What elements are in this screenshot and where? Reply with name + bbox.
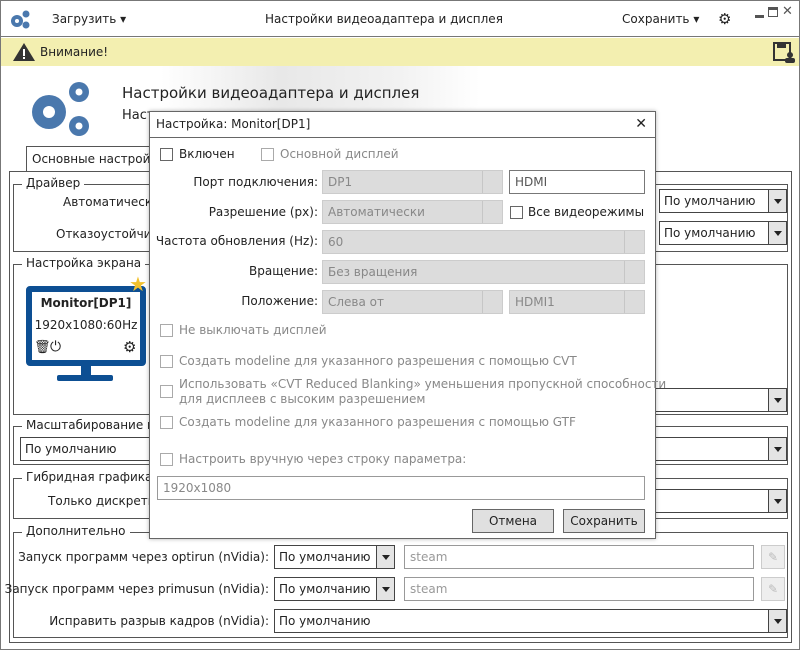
close-icon[interactable]: ✕ [782, 4, 793, 19]
chevron-down-icon [768, 610, 786, 632]
monitor-settings-dialog: Настройка: Monitor[DP1] ✕ Включен Основн… [149, 111, 666, 539]
minimize-icon[interactable] [755, 15, 764, 18]
load-menu[interactable]: Загрузить ▾ [52, 12, 126, 26]
load-menu-label: Загрузить [52, 12, 117, 26]
frequency-label: Частота обновления (Hz): [155, 234, 318, 248]
chevron-down-icon [376, 546, 394, 568]
edit-pencil-icon[interactable]: ✎ [761, 577, 785, 601]
maximize-icon[interactable] [768, 7, 778, 17]
tab-label: Основные настройки [32, 152, 156, 166]
screen-select[interactable] [641, 388, 787, 412]
rotation-select[interactable]: Без вращения [322, 260, 645, 284]
monitor-name: Monitor[DP1] [40, 296, 132, 310]
optirun-label: Запуск программ через optirun (nVidia): [18, 550, 269, 564]
trash-icon[interactable]: 🗑 [34, 340, 51, 355]
manual-input[interactable]: 1920x1080 [157, 476, 645, 500]
monitor-base [57, 375, 113, 381]
window-title: Настройки видеоадаптера и дисплея [265, 12, 503, 26]
resolution-select[interactable]: Автоматически [322, 200, 503, 224]
optirun-input[interactable]: steam [404, 545, 754, 569]
all-modes-label: Все видеорежимы [528, 205, 645, 219]
chevron-down-icon [768, 438, 786, 460]
position-target-select[interactable]: HDMI1 [509, 290, 645, 314]
power-icon[interactable]: ⏻ [50, 339, 61, 355]
cvt-rb-label-1: Использовать «CVT Reduced Blanking» умен… [179, 377, 667, 391]
manual-label: Настроить вручную через строку параметра… [179, 452, 467, 466]
warning-text: Внимание! [40, 45, 109, 59]
warning-bar: Внимание! [1, 38, 799, 66]
chevron-down-icon [768, 389, 786, 411]
rotation-label: Вращение: [249, 264, 318, 278]
driver-legend: Драйвер [22, 176, 85, 190]
primusun-select[interactable]: По умолчанию [274, 577, 395, 601]
primusun-label: Запуск программ через primusun (nVidia): [4, 582, 269, 596]
chevron-down-icon [768, 490, 786, 512]
frequency-select[interactable]: 60 [322, 230, 645, 254]
settings-gear-icon[interactable]: ⚙ [718, 10, 731, 28]
no-off-checkbox[interactable] [160, 324, 173, 337]
chevron-down-icon [376, 578, 394, 600]
primary-label: Основной дисплей [280, 147, 399, 161]
optirun-select[interactable]: По умолчанию [274, 545, 395, 569]
cvt-label: Создать modeline для указанного разрешен… [179, 354, 577, 368]
header-gears-icon [32, 82, 89, 136]
app-gears-icon [11, 10, 30, 29]
no-off-label: Не выключать дисплей [179, 323, 327, 337]
all-modes-checkbox[interactable] [510, 206, 523, 219]
position-label: Положение: [241, 294, 318, 308]
hybrid-select[interactable] [641, 489, 787, 513]
cvt-checkbox[interactable] [160, 355, 173, 368]
main-window: Загрузить ▾ Настройки видеоадаптера и ди… [0, 0, 800, 650]
header-title: Настройки видеоадаптера и дисплея [122, 84, 420, 102]
tearing-label: Исправить разрыв кадров (nVidia): [49, 614, 269, 628]
edit-pencil-icon[interactable]: ✎ [761, 545, 785, 569]
port-label: Порт подключения: [193, 175, 318, 189]
gtf-checkbox[interactable] [160, 416, 173, 429]
driver-failsafe-select[interactable]: По умолчанию [659, 221, 787, 245]
monitor-card[interactable]: Monitor[DP1] 1920x1080:60Hz 🗑 ⏻ ⚙ [26, 286, 146, 366]
hybrid-label: Только дискретн [48, 494, 156, 508]
dialog-title: Настройка: Monitor[DP1] [156, 117, 311, 131]
chevron-down-icon [768, 190, 786, 212]
screen-legend: Настройка экрана [22, 256, 146, 270]
manual-checkbox[interactable] [160, 453, 173, 466]
titlebar: Загрузить ▾ Настройки видеоадаптера и ди… [1, 1, 799, 37]
chevron-down-icon [768, 222, 786, 244]
port-select[interactable]: DP1 [322, 170, 503, 194]
enabled-checkbox[interactable] [160, 148, 173, 161]
monitor-stand [81, 365, 91, 375]
gtf-label: Создать modeline для указанного разрешен… [179, 415, 576, 429]
scaling-legend: Масштабирование вы [22, 418, 168, 432]
primary-checkbox[interactable] [261, 148, 274, 161]
warning-icon [13, 43, 35, 61]
hybrid-legend: Гибридная графика [22, 470, 157, 484]
save-user-icon[interactable] [773, 42, 795, 63]
enabled-label: Включен [179, 147, 235, 161]
cvt-rb-label-2: для дисплеев с высоким разрешением [179, 392, 426, 406]
cancel-button[interactable]: Отмена [472, 509, 554, 533]
tab-main-settings[interactable]: Основные настройки [26, 146, 156, 172]
dialog-close-icon[interactable]: ✕ [635, 116, 647, 132]
position-select[interactable]: Слева от [322, 290, 503, 314]
resolution-label: Разрешение (px): [208, 205, 318, 219]
driver-failsafe-label: Отказоустойчив [56, 227, 159, 241]
gear-icon[interactable]: ⚙ [123, 338, 136, 356]
save-menu[interactable]: Сохранить ▾ [622, 12, 699, 26]
save-menu-label: Сохранить [622, 12, 690, 26]
extra-legend: Дополнительно [22, 524, 130, 538]
tearing-select[interactable]: По умолчанию [274, 609, 787, 633]
primusun-input[interactable]: steam [404, 577, 754, 601]
cvt-rb-checkbox[interactable] [160, 385, 173, 398]
monitor-mode: 1920x1080:60Hz [34, 318, 138, 332]
save-button[interactable]: Сохранить [563, 509, 645, 533]
primary-star-icon: ★ [129, 272, 147, 296]
port-name-input[interactable]: HDMI [509, 170, 645, 194]
driver-auto-label: Автоматически [63, 195, 160, 209]
dialog-titlebar: Настройка: Monitor[DP1] ✕ [150, 112, 655, 138]
driver-auto-select[interactable]: По умолчанию [659, 189, 787, 213]
